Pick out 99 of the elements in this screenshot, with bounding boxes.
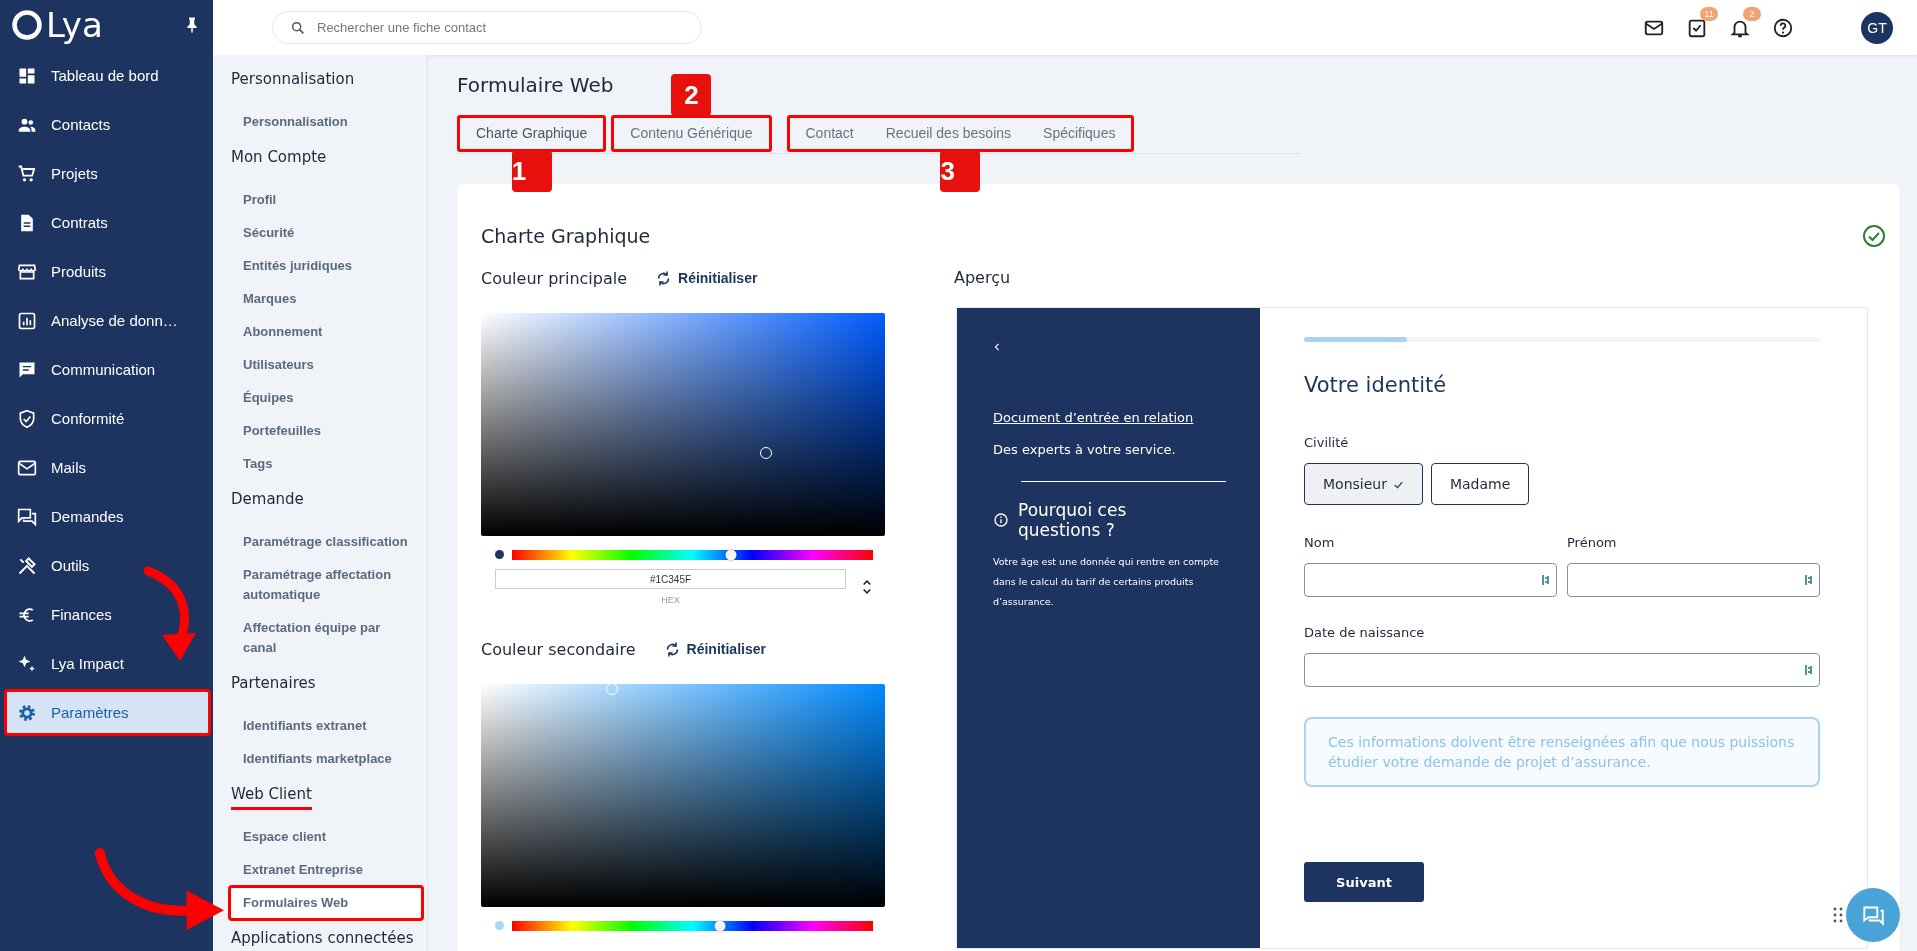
menu-item[interactable]: Affectation équipe par canal	[228, 610, 424, 666]
color-label: Couleur secondaire	[481, 639, 636, 659]
hue-slider[interactable]	[512, 549, 873, 560]
refresh-icon	[655, 269, 672, 287]
page-title: Formulaire Web	[457, 72, 614, 99]
sidebar-item[interactable]: Contrats	[4, 199, 211, 246]
menu-item[interactable]: Abonnement	[228, 314, 424, 350]
reset-button[interactable]: Réinitialiser	[655, 269, 758, 287]
tab[interactable]: Contenu Générique	[614, 118, 769, 149]
menu-item[interactable]: Paramétrage classification	[228, 524, 424, 560]
field-icon	[1805, 574, 1813, 586]
menu-item[interactable]: Sécurité	[228, 215, 424, 251]
shield-icon	[17, 408, 37, 429]
section-heading: Personnalisation	[231, 69, 355, 90]
tools-icon	[17, 555, 37, 576]
menu-item[interactable]: Marques	[228, 281, 424, 317]
sidebar-item[interactable]: Produits	[4, 248, 211, 295]
reset-button[interactable]: Réinitialiser	[663, 640, 766, 658]
menu-item[interactable]: Équipes	[228, 380, 424, 416]
sidebar-item[interactable]: Projets	[4, 150, 211, 197]
menu-item[interactable]: Identifiants marketplace	[228, 741, 424, 777]
next-button[interactable]: Suivant	[1304, 862, 1424, 902]
option-button[interactable]: Madame	[1430, 463, 1530, 505]
logo-icon	[10, 8, 44, 42]
preview-label: Aperçu	[954, 267, 1012, 289]
card-title: Charte Graphique	[481, 225, 651, 247]
sidebar-item[interactable]: Outils	[4, 542, 211, 589]
hue-slider[interactable]	[512, 920, 873, 931]
info-heading: Pourquoi ces questions ?	[1018, 500, 1128, 540]
menu-item[interactable]: Espace client	[228, 819, 424, 855]
tab[interactable]: Contact	[789, 118, 870, 149]
tab[interactable]: Charte Graphique	[460, 118, 604, 149]
menu-item[interactable]: Portefeuilles	[228, 413, 424, 449]
notice-box: Ces informations doivent être renseignées afin que nous puissions étudier votre demande de projet d’assurance.	[1304, 717, 1820, 787]
chart-icon	[17, 310, 37, 331]
field-label: Date de naissance	[1304, 624, 1426, 642]
info-text: Votre âge est une donnée qui rentre en compte dans le calcul du tarif de certains produits d’assurance.	[993, 555, 1220, 609]
input-field[interactable]	[1567, 563, 1820, 597]
field-label: Nom	[1304, 534, 1336, 552]
sidebar-item[interactable]: Paramètres	[4, 689, 211, 736]
tab[interactable]: Spécifiques	[1027, 118, 1132, 149]
color-picker[interactable]	[481, 313, 885, 536]
sidebar-item[interactable]: Communication	[4, 346, 211, 393]
count-badge: 2	[1743, 6, 1761, 21]
stepper-icon[interactable]	[862, 578, 872, 596]
menu-item[interactable]: Extranet Entreprise	[228, 852, 424, 888]
cart-icon	[17, 163, 37, 184]
sidebar-item[interactable]: Demandes	[4, 493, 211, 540]
color-label: Couleur principale	[481, 268, 627, 288]
search-field[interactable]: Rechercher une fiche contact	[272, 11, 702, 44]
menu-item[interactable]: Personnalisation	[228, 104, 424, 140]
section-heading: Demande	[231, 489, 304, 510]
section-heading: Partenaires	[231, 673, 316, 694]
info-icon	[993, 512, 1009, 528]
count-badge: 11	[1700, 6, 1718, 21]
drag-handle-icon[interactable]	[1833, 907, 1843, 923]
section-heading: Applications connectées	[231, 928, 414, 949]
menu-item[interactable]: Utilisateurs	[228, 347, 424, 383]
menu-item[interactable]: Profil	[228, 182, 424, 218]
help-icon[interactable]	[1772, 16, 1794, 39]
section-heading: Web Client	[231, 781, 312, 810]
menu-item[interactable]: Entités juridiques	[228, 248, 424, 284]
document-link[interactable]: Document d’entrée en relation	[993, 410, 1232, 425]
menu-item[interactable]: Paramétrage affectation automatique	[228, 557, 424, 613]
input-field[interactable]	[1304, 563, 1557, 597]
annotation-badge: 2	[671, 74, 712, 116]
section-heading: Mon Compte	[231, 147, 327, 168]
tagline-text: Des experts à votre service.	[993, 442, 1177, 457]
input-field[interactable]	[1304, 653, 1820, 687]
slider-thumb[interactable]	[725, 549, 737, 560]
search-icon	[290, 20, 306, 36]
user-avatar[interactable]: GT	[1861, 11, 1893, 44]
color-picker[interactable]	[481, 684, 885, 907]
annotation-badge: 3	[940, 150, 981, 192]
field-icon	[1542, 574, 1550, 586]
field-icon	[1805, 664, 1813, 676]
sidebar-item[interactable]: Contacts	[4, 101, 211, 148]
sidebar-item[interactable]: Finances	[4, 591, 211, 638]
annotation-badge: 1	[511, 150, 552, 192]
sidebar-item[interactable]: Tableau de bord	[4, 52, 211, 99]
sidebar-item[interactable]: Lya Impact	[4, 640, 211, 687]
logo-text: Lya	[46, 5, 103, 45]
option-button[interactable]: Monsieur	[1304, 463, 1423, 505]
menu-item[interactable]: Identifiants extranet	[228, 708, 424, 744]
field-label: Prénom	[1567, 534, 1618, 552]
back-icon[interactable]	[993, 342, 1001, 352]
form-heading: Votre identité	[1304, 372, 1448, 399]
menu-item[interactable]: Formulaires Web	[228, 885, 424, 921]
settings-icon	[17, 702, 37, 723]
sidebar-item[interactable]: Conformité	[4, 395, 211, 442]
hex-field[interactable]: #1C345F	[495, 569, 846, 589]
field-label: HEX	[661, 595, 680, 605]
menu-item[interactable]: Tags	[228, 446, 424, 482]
slider-thumb[interactable]	[714, 920, 726, 931]
sidebar-item[interactable]: Mails	[4, 444, 211, 491]
tab[interactable]: Recueil des besoins	[869, 118, 1028, 149]
sidebar-item[interactable]: Analyse de donn…	[4, 297, 211, 344]
field-label: Civilité	[1304, 434, 1350, 452]
chat-icon	[17, 506, 37, 527]
